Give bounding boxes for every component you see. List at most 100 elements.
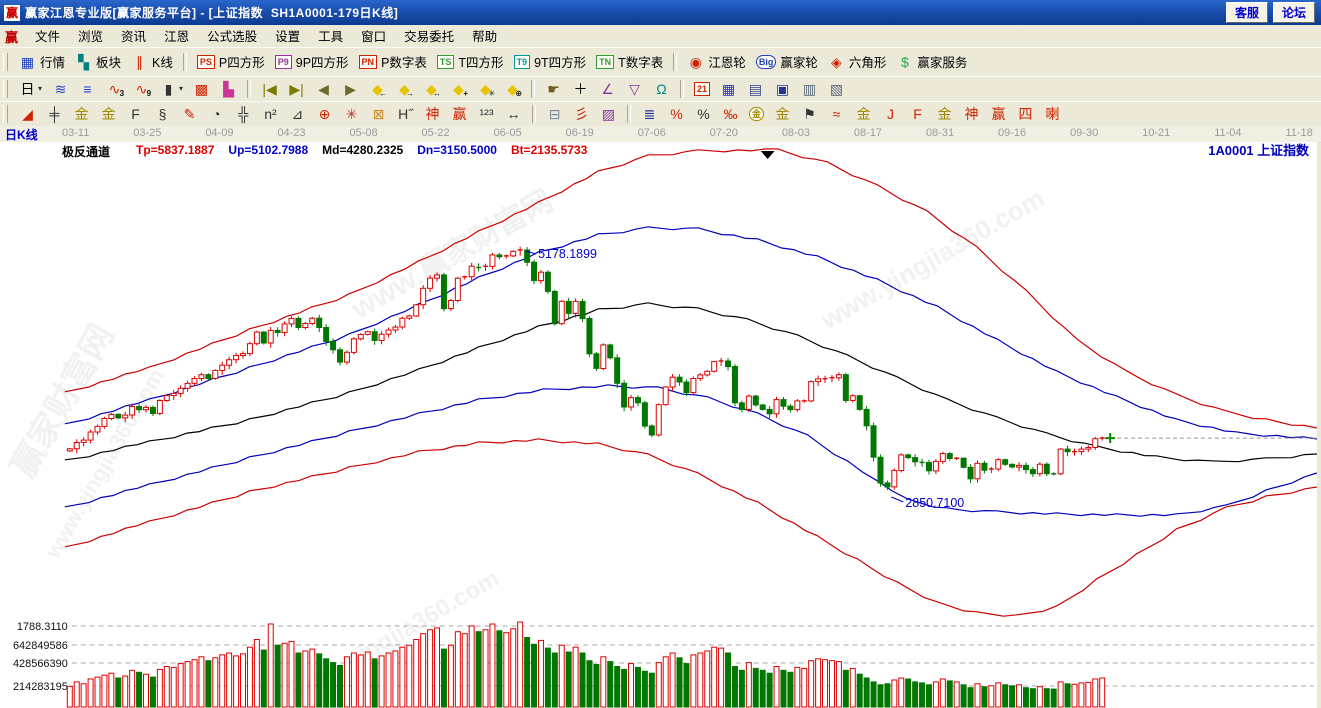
calculator-button[interactable]: ▦	[715, 78, 742, 99]
horn-line-button[interactable]: 喇	[1039, 103, 1066, 124]
comb-ruler-button[interactable]: ╪	[41, 103, 68, 124]
menu-item-7[interactable]: 工具	[309, 28, 352, 46]
pc-search-button[interactable]: ▥	[796, 78, 823, 99]
gann-gold-grid-button[interactable]: 金	[68, 103, 95, 124]
x-grid-button[interactable]: ⊠	[365, 103, 392, 124]
menu-item-3[interactable]: 资讯	[112, 28, 155, 46]
angle-tool-icon: ◢	[19, 105, 36, 122]
p-number-table-button[interactable]: PNP数字表	[354, 50, 432, 73]
next-page-button[interactable]: ▶	[337, 78, 364, 99]
period-selector-button[interactable]: 日▾	[14, 78, 47, 99]
9p-square-button[interactable]: P99P四方形	[270, 50, 354, 73]
shen-diagonal-button[interactable]: 神	[958, 103, 985, 124]
matrix-board-button[interactable]: ≋	[47, 78, 74, 99]
hexagon-button[interactable]: ◈六角形	[823, 50, 892, 73]
time-cycle-button[interactable]: ◔	[203, 103, 230, 124]
menu-item-2[interactable]: 浏览	[69, 28, 112, 46]
gold-lines-2-button[interactable]: 金	[850, 103, 877, 124]
shen-box-button[interactable]: 神	[419, 103, 446, 124]
minute-9-button[interactable]: ∿9	[128, 78, 155, 99]
hand-tool-button[interactable]: ☛	[540, 78, 567, 99]
menu-item-8[interactable]: 窗口	[352, 28, 395, 46]
j-line-button[interactable]: J	[877, 103, 904, 124]
split-window-button[interactable]: ⊟	[541, 103, 568, 124]
wave-lines-button[interactable]: ≈	[823, 103, 850, 124]
calendar-button[interactable]: 21	[689, 80, 715, 98]
gann-gold-grid-2-button[interactable]: 金	[95, 103, 122, 124]
info-panel-button[interactable]: ≡	[74, 78, 101, 99]
cycle-tool-button[interactable]: Ω	[648, 78, 675, 99]
menu-item-6[interactable]: 设置	[266, 28, 309, 46]
t-square-button[interactable]: TST四方形	[432, 50, 509, 73]
candle-body	[296, 318, 301, 327]
save-button[interactable]: ▣	[769, 78, 796, 99]
notes-button[interactable]: ▤	[742, 78, 769, 99]
percent-line-button[interactable]: %	[663, 103, 690, 124]
zoom-in-button[interactable]: ◆+	[445, 78, 472, 99]
sectors-button[interactable]: ▚板块	[70, 50, 126, 73]
gann-wheel-button[interactable]: ◉江恩轮	[682, 50, 751, 73]
zoom-right-button[interactable]: ◆→	[391, 78, 418, 99]
tick-ruler-button[interactable]: ╬	[230, 103, 257, 124]
price-chart[interactable]: 赢家财富网www.yingjia360.comwww.赢家财富网www.ying…	[0, 142, 1317, 708]
menu-item-5[interactable]: 公式选股	[198, 28, 266, 46]
crosshair-tool-button[interactable]: ＋	[567, 78, 594, 99]
p-square-button[interactable]: PSP四方形	[192, 50, 270, 73]
zoom-all-button[interactable]: ◆✳	[472, 78, 499, 99]
gold-diagonal-button[interactable]: 金	[931, 103, 958, 124]
red-grid-icon: ▩	[193, 80, 210, 97]
zoom-horizontal-button[interactable]: ◆↔	[418, 78, 445, 99]
menu-item-4[interactable]: 江恩	[155, 28, 198, 46]
h-marks-button[interactable]: H˝	[392, 103, 419, 124]
grid-123-button[interactable]: ¹²³	[473, 103, 500, 124]
menu-item-10[interactable]: 帮助	[463, 28, 506, 46]
prev-page-button[interactable]: ◀	[310, 78, 337, 99]
line-tool-button[interactable]: ∠	[594, 78, 621, 99]
gold-circle-button[interactable]: 金	[744, 105, 769, 123]
forum-button[interactable]: 论坛	[1273, 2, 1315, 23]
red-grid-button[interactable]: ▩	[188, 78, 215, 99]
ying-box-button[interactable]: 赢	[446, 103, 473, 124]
menu-item-1[interactable]: 文件	[26, 28, 69, 46]
star-grid-button[interactable]: ✳	[338, 103, 365, 124]
zoom-reset-button[interactable]: ◆⊕	[499, 78, 526, 99]
width-arrows-button[interactable]: ↔	[500, 103, 527, 124]
flag-pen-button[interactable]: ⚑	[796, 103, 823, 124]
quotes-button[interactable]: ▦行情	[14, 50, 70, 73]
last-page-button[interactable]: ▶|	[283, 78, 310, 99]
fan-tool-button[interactable]: ▽	[621, 78, 648, 99]
angle-tool-button[interactable]: ◢	[14, 103, 41, 124]
toolbar-drag-handle[interactable]	[3, 80, 8, 98]
price-volume-chart-button[interactable]: ▙	[215, 78, 242, 99]
winner-service-button[interactable]: $赢家服务	[891, 50, 972, 73]
9t-square-button[interactable]: T99T四方形	[509, 50, 592, 73]
customer-service-button[interactable]: 客服	[1226, 2, 1268, 23]
percent-bars-button[interactable]: ‰	[717, 103, 744, 124]
winner-wheel-button[interactable]: Big赢家轮	[751, 50, 823, 73]
remote-pc-button[interactable]: ▧	[823, 78, 850, 99]
candle-style-button[interactable]: ▮▾	[155, 78, 188, 99]
f-grid-button[interactable]: F	[122, 103, 149, 124]
zoom-left-button[interactable]: ◆←	[364, 78, 391, 99]
gold-lines-button[interactable]: 金	[769, 103, 796, 124]
toolbar-drag-handle[interactable]	[3, 53, 8, 71]
compass-tool-button[interactable]: ⊕	[311, 103, 338, 124]
marker-pen-button[interactable]: ✎	[176, 103, 203, 124]
f-line-button[interactable]: F	[904, 103, 931, 124]
first-page-button[interactable]: |◀	[256, 78, 283, 99]
rays-fan-button[interactable]: 彡	[568, 103, 595, 124]
ying-diagonal-button[interactable]: 赢	[985, 103, 1012, 124]
percent-button[interactable]: %	[690, 103, 717, 124]
diag-grid-button[interactable]: ▨	[595, 103, 622, 124]
candle-body	[448, 301, 453, 309]
toolbar-drag-handle[interactable]	[3, 105, 8, 123]
kline-button[interactable]: ∥K线	[126, 50, 178, 73]
minute-3-button[interactable]: ∿3	[101, 78, 128, 99]
ratio-bars-button[interactable]: ≣	[636, 103, 663, 124]
spiral-tool-button[interactable]: §	[149, 103, 176, 124]
menu-item-9[interactable]: 交易委托	[395, 28, 463, 46]
t-number-table-button[interactable]: TNT数字表	[591, 50, 668, 73]
triangle-tool-button[interactable]: ⊿	[284, 103, 311, 124]
si-diagonal-button[interactable]: 四	[1012, 103, 1039, 124]
n-square-button[interactable]: n²	[257, 103, 284, 124]
